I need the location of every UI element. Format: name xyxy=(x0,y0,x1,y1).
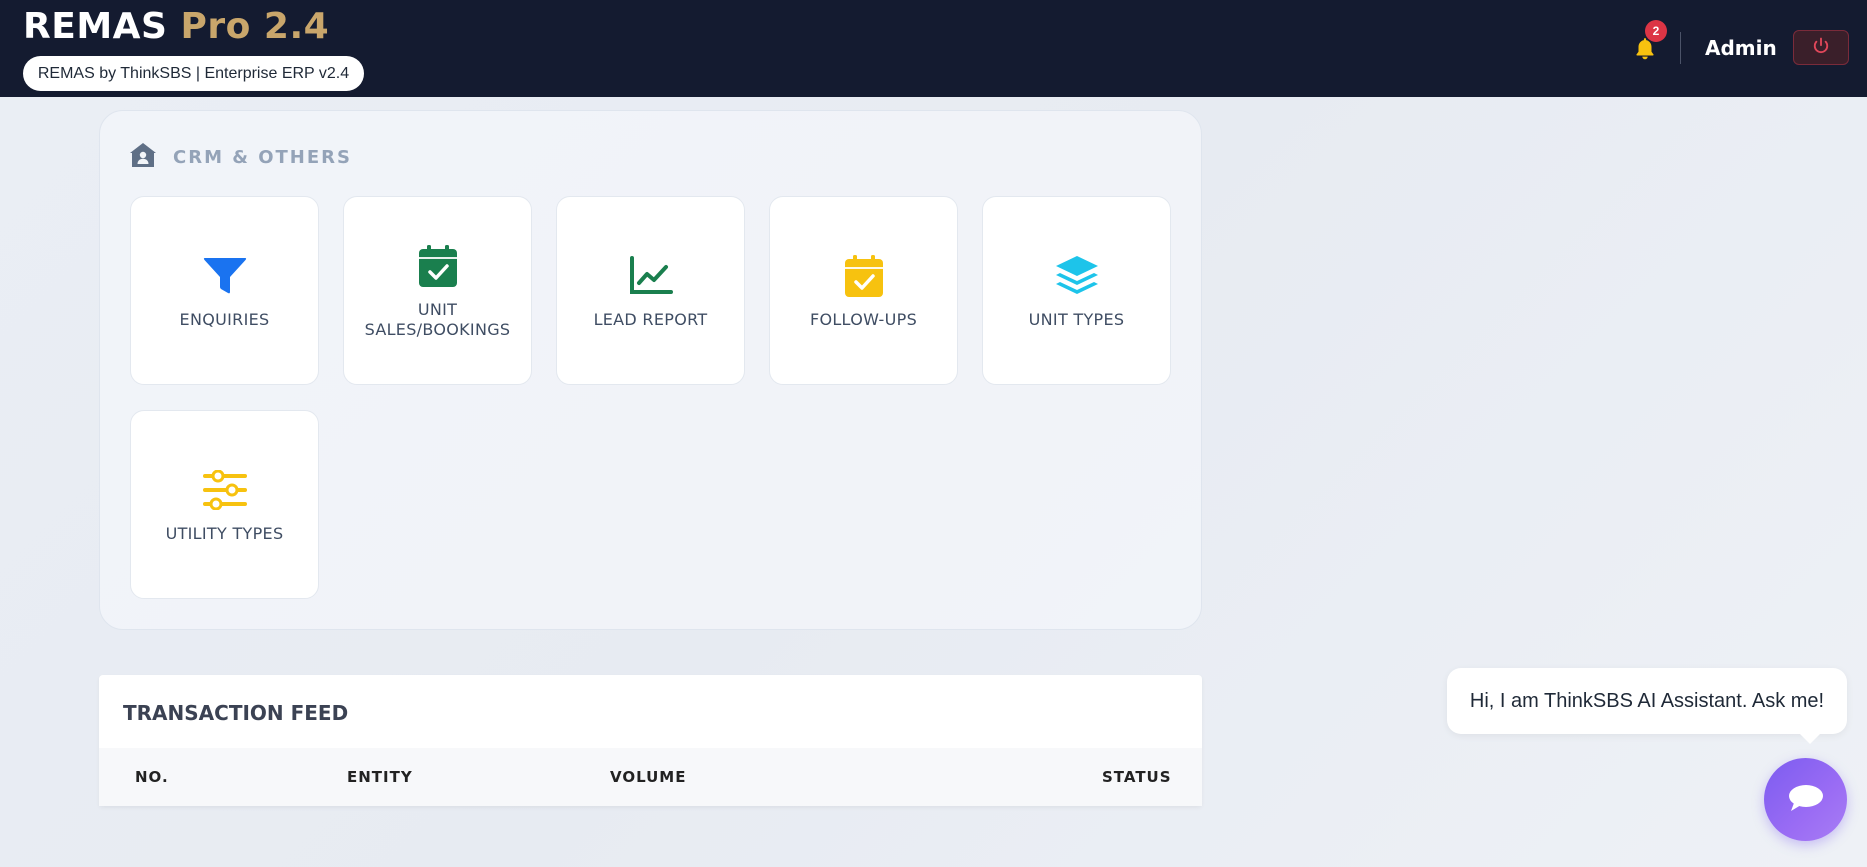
line-chart-icon xyxy=(627,252,675,300)
column-header[interactable]: NO. xyxy=(135,768,169,786)
brand-title: REMAS Pro 2.4 xyxy=(23,4,329,50)
top-bar: REMAS Pro 2.4 REMAS by ThinkSBS | Enterp… xyxy=(0,0,1867,97)
power-icon xyxy=(1811,36,1831,60)
tile-unit-sales-bookings[interactable]: UNIT SALES/BOOKINGS xyxy=(343,196,532,385)
chat-bubble-icon xyxy=(1787,783,1825,817)
notification-badge: 2 xyxy=(1645,20,1667,42)
column-header[interactable]: STATUS xyxy=(1102,768,1172,786)
tile-enquiries[interactable]: ENQUIRIES xyxy=(130,196,319,385)
tile-label: LEAD REPORT xyxy=(593,309,708,329)
tile-unit-types[interactable]: UNIT TYPES xyxy=(982,196,1171,385)
tile-label: UNIT SALES/BOOKINGS xyxy=(364,299,511,339)
chat-assistant-button[interactable] xyxy=(1764,758,1847,841)
calendar-check-icon xyxy=(414,242,462,290)
tile-label: UTILITY TYPES xyxy=(165,523,284,543)
bubble-tail xyxy=(1798,732,1822,744)
tile-utility-types[interactable]: UTILITY TYPES xyxy=(130,410,319,599)
funnel-icon xyxy=(201,252,249,300)
sliders-icon xyxy=(201,466,249,514)
tile-label: FOLLOW-UPS xyxy=(809,309,918,329)
section-title: CRM & OTHERS xyxy=(173,146,352,168)
header-divider xyxy=(1680,32,1681,64)
house-user-icon xyxy=(129,142,157,172)
crm-section-header: CRM & OTHERS xyxy=(129,142,352,172)
assistant-greeting[interactable]: Hi, I am ThinkSBS AI Assistant. Ask me! xyxy=(1447,668,1847,734)
brand-main: REMAS xyxy=(23,6,168,47)
calendar-check-icon xyxy=(840,252,888,300)
tile-lead-report[interactable]: LEAD REPORT xyxy=(556,196,745,385)
user-name[interactable]: Admin xyxy=(1705,36,1777,60)
column-header[interactable]: VOLUME xyxy=(610,768,686,786)
tile-label: ENQUIRIES xyxy=(179,309,270,329)
feed-title: TRANSACTION FEED xyxy=(123,701,349,725)
brand-accent: Pro 2.4 xyxy=(180,6,330,47)
layers-icon xyxy=(1053,252,1101,300)
logout-button[interactable] xyxy=(1793,30,1849,65)
brand-subtitle: REMAS by ThinkSBS | Enterprise ERP v2.4 xyxy=(23,56,364,91)
tile-follow-ups[interactable]: FOLLOW-UPS xyxy=(769,196,958,385)
column-header[interactable]: ENTITY xyxy=(347,768,413,786)
feed-table-header: NO. ENTITY VOLUME STATUS xyxy=(99,748,1202,806)
tile-label: UNIT TYPES xyxy=(1028,309,1125,329)
transaction-feed: TRANSACTION FEED NO. ENTITY VOLUME STATU… xyxy=(99,675,1202,806)
